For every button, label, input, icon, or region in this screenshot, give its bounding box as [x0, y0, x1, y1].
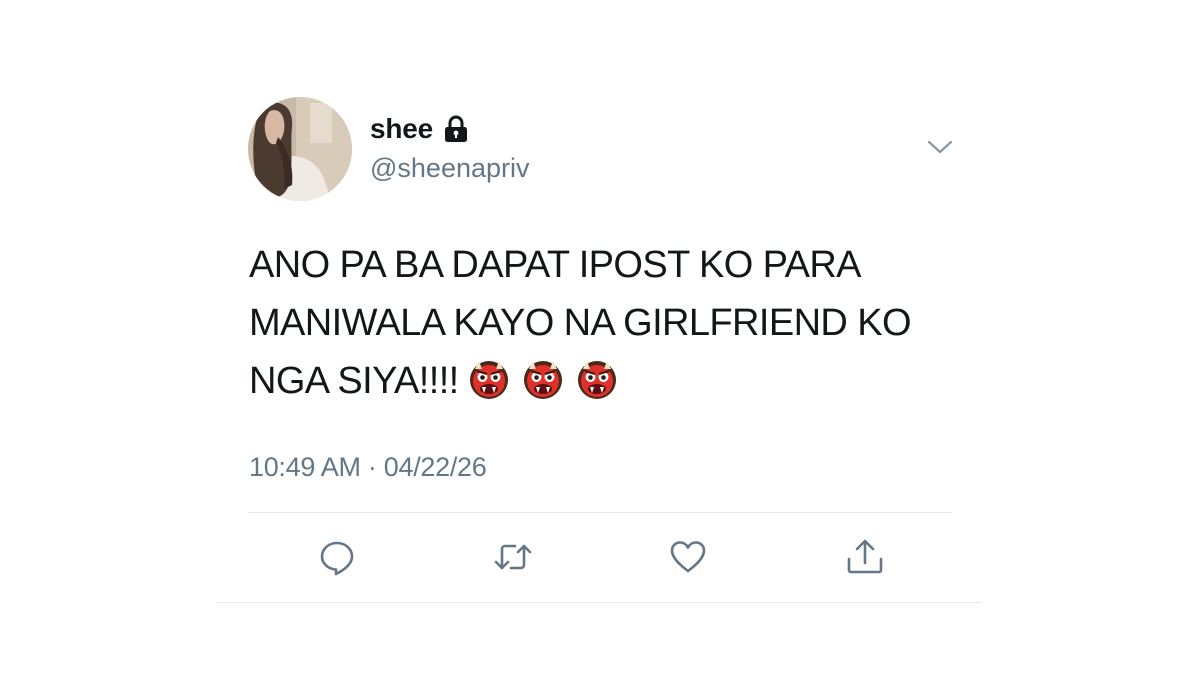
lock-icon: [443, 115, 469, 143]
tweet-card: shee @sheenapriv ANO PA BA DAPAT IPOST K…: [0, 0, 1200, 675]
heart-icon[interactable]: [668, 537, 708, 577]
japanese-ogre-emoji: [467, 357, 511, 401]
avatar-photo: [248, 97, 352, 201]
emoji-row: [467, 357, 619, 401]
tweet-body: ANO PA BA DAPAT IPOST KO PARA MANIWALA K…: [249, 236, 969, 410]
divider: [249, 512, 951, 513]
japanese-ogre-emoji: [575, 357, 619, 401]
display-name[interactable]: shee: [370, 113, 433, 145]
avatar[interactable]: [248, 97, 352, 201]
retweet-icon[interactable]: [493, 537, 533, 577]
divider: [217, 602, 982, 603]
reply-icon[interactable]: [317, 537, 357, 577]
name-row: shee: [370, 113, 469, 145]
username-handle[interactable]: @sheenapriv: [370, 153, 530, 184]
japanese-ogre-emoji: [521, 357, 565, 401]
chevron-down-icon[interactable]: [927, 138, 953, 156]
share-icon[interactable]: [845, 537, 885, 577]
tweet-timestamp[interactable]: 10:49 AM · 04/22/26: [249, 452, 487, 483]
